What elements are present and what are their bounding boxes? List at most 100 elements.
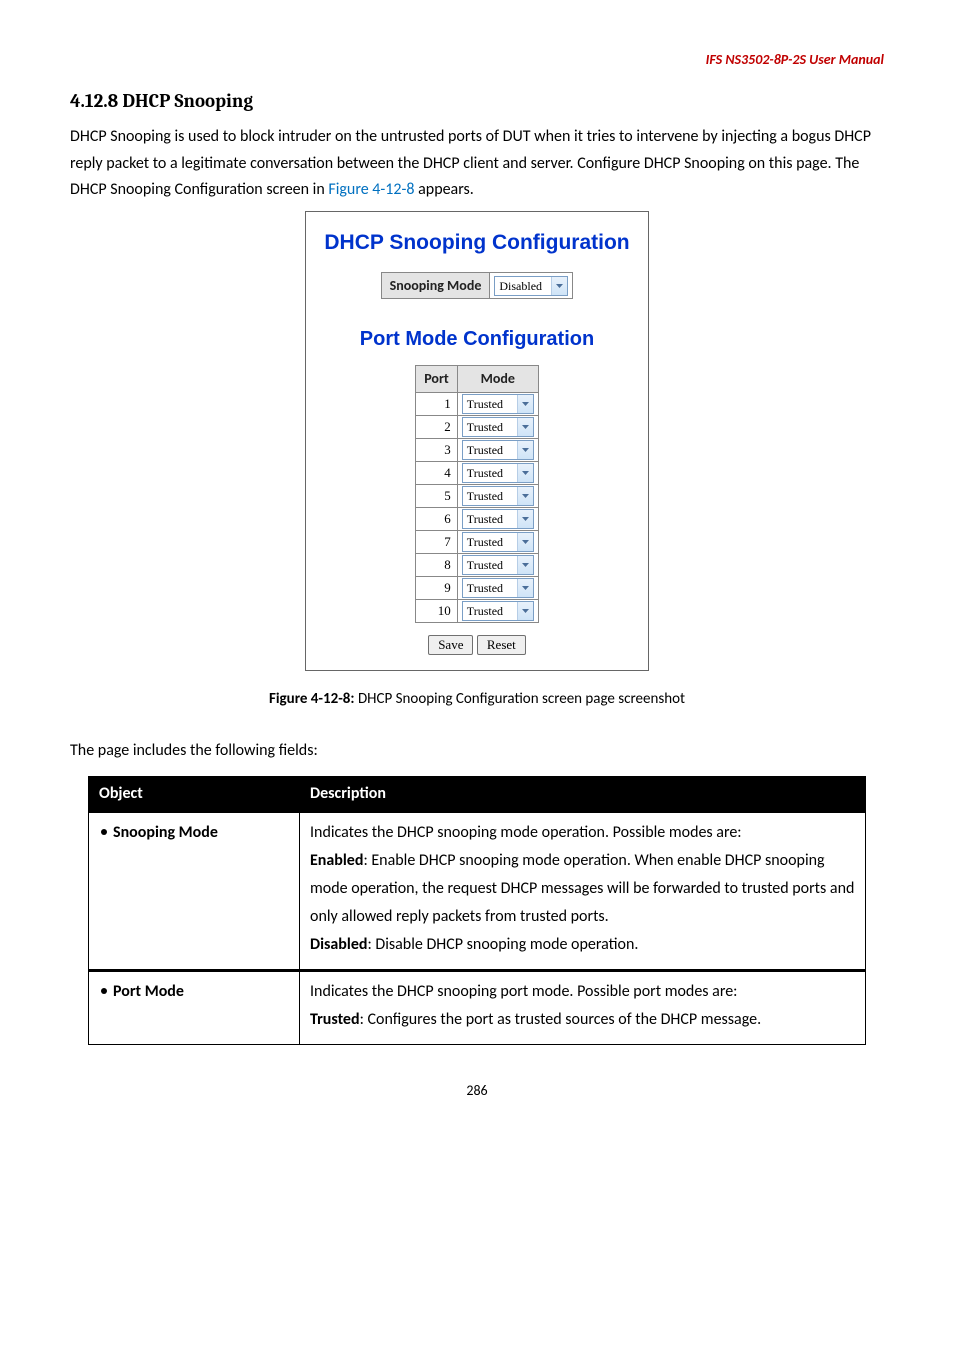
chevron-down-icon (551, 277, 567, 295)
snooping-mode-dropdown[interactable]: Disabled (494, 276, 568, 296)
chevron-down-icon (517, 602, 533, 620)
port-mode-value: Trusted (463, 579, 517, 597)
port-mode-dropdown[interactable]: Trusted (462, 394, 534, 414)
port-mode-dropdown[interactable]: Trusted (462, 417, 534, 437)
object-cell: Port Mode (89, 970, 300, 1044)
section-heading: 4.12.8 DHCP Snooping (70, 88, 884, 115)
reset-button[interactable]: Reset (477, 635, 526, 655)
table-row: 8 Trusted (416, 554, 539, 577)
table-row: 6 Trusted (416, 508, 539, 531)
mode-cell: Trusted (457, 461, 538, 484)
port-cell: 7 (416, 531, 458, 554)
table-row: 5 Trusted (416, 485, 539, 508)
port-mode-value: Trusted (463, 602, 517, 620)
dhcp-config-panel: DHCP Snooping Configuration Snooping Mod… (305, 211, 648, 671)
port-mode-value: Trusted (463, 395, 517, 413)
description-line: Indicates the DHCP snooping port mode. P… (310, 978, 855, 1006)
description-line: Disabled: Disable DHCP snooping mode ope… (310, 931, 855, 959)
chevron-down-icon (517, 441, 533, 459)
bullet-icon (101, 988, 107, 994)
description-cell: Indicates the DHCP snooping mode operati… (300, 812, 866, 970)
chevron-down-icon (517, 579, 533, 597)
bullet-icon (101, 829, 107, 835)
mode-cell: Trusted (457, 531, 538, 554)
chevron-down-icon (517, 418, 533, 436)
port-mode-value: Trusted (463, 441, 517, 459)
table-row: 1 Trusted (416, 392, 539, 415)
port-cell: 5 (416, 485, 458, 508)
save-button[interactable]: Save (428, 635, 473, 655)
chevron-down-icon (517, 464, 533, 482)
object-label: Snooping Mode (113, 823, 218, 842)
table-row: Port Mode Indicates the DHCP snooping por… (89, 970, 866, 1044)
port-cell: 1 (416, 392, 458, 415)
description-line: Enabled: Enable DHCP snooping mode opera… (310, 847, 855, 931)
snooping-mode-value: Disabled (495, 277, 551, 295)
port-mode-value: Trusted (463, 418, 517, 436)
port-mode-dropdown[interactable]: Trusted (462, 578, 534, 598)
port-mode-dropdown[interactable]: Trusted (462, 555, 534, 575)
figure-caption: Figure 4-12-8: DHCP Snooping Configurati… (70, 689, 884, 710)
page-header: IFS NS3502-8P-2S User Manual (70, 50, 884, 70)
port-mode-dropdown[interactable]: Trusted (462, 509, 534, 529)
object-header: Object (89, 777, 300, 812)
port-column-header: Port (416, 366, 458, 393)
table-row: 9 Trusted (416, 577, 539, 600)
mode-column-header: Mode (457, 366, 538, 393)
page-number: 286 (70, 1081, 884, 1101)
port-cell: 10 (416, 600, 458, 623)
port-cell: 3 (416, 438, 458, 461)
panel-title: DHCP Snooping Configuration (324, 228, 629, 257)
port-mode-title: Port Mode Configuration (324, 325, 629, 353)
port-mode-value: Trusted (463, 510, 517, 528)
port-mode-dropdown[interactable]: Trusted (462, 532, 534, 552)
port-cell: 2 (416, 415, 458, 438)
chevron-down-icon (517, 487, 533, 505)
chevron-down-icon (517, 395, 533, 413)
port-mode-dropdown[interactable]: Trusted (462, 601, 534, 621)
port-mode-value: Trusted (463, 556, 517, 574)
description-line: Indicates the DHCP snooping mode operati… (310, 819, 855, 847)
description-cell: Indicates the DHCP snooping port mode. P… (300, 970, 866, 1044)
mode-cell: Trusted (457, 600, 538, 623)
table-row: Snooping Mode Indicates the DHCP snooping… (89, 812, 866, 970)
snooping-mode-header: Snooping Mode (381, 272, 490, 299)
intro-paragraph: DHCP Snooping is used to block intruder … (70, 124, 884, 203)
chevron-down-icon (517, 533, 533, 551)
figure-caption-number: Figure 4-12-8: (269, 690, 355, 708)
mode-cell: Trusted (457, 577, 538, 600)
intro-text-b: appears. (415, 180, 474, 199)
port-cell: 4 (416, 461, 458, 484)
mode-cell: Trusted (457, 438, 538, 461)
port-mode-dropdown[interactable]: Trusted (462, 486, 534, 506)
mode-cell: Trusted (457, 554, 538, 577)
mode-cell: Trusted (457, 392, 538, 415)
figure-caption-text: DHCP Snooping Configuration screen page … (355, 690, 685, 708)
port-cell: 9 (416, 577, 458, 600)
port-mode-dropdown[interactable]: Trusted (462, 440, 534, 460)
table-row: 3 Trusted (416, 438, 539, 461)
table-row: 4 Trusted (416, 461, 539, 484)
table-row: 2 Trusted (416, 415, 539, 438)
port-mode-dropdown[interactable]: Trusted (462, 463, 534, 483)
description-header: Description (300, 777, 866, 812)
object-cell: Snooping Mode (89, 812, 300, 970)
fields-intro: The page includes the following fields: (70, 740, 884, 762)
port-mode-value: Trusted (463, 487, 517, 505)
port-cell: 8 (416, 554, 458, 577)
port-mode-table: Port Mode 1 Trusted 2 Trusted 3 Trusted 4 Trust… (415, 365, 539, 623)
mode-cell: Trusted (457, 508, 538, 531)
mode-cell: Trusted (457, 485, 538, 508)
description-table: Object Description Snooping Mode Indicate… (88, 776, 866, 1044)
table-row: 7 Trusted (416, 531, 539, 554)
object-label: Port Mode (113, 982, 184, 1001)
snooping-mode-table: Snooping Mode Disabled (381, 272, 574, 300)
table-row: 10 Trusted (416, 600, 539, 623)
description-line: Trusted: Configures the port as trusted … (310, 1006, 855, 1034)
chevron-down-icon (517, 510, 533, 528)
port-cell: 6 (416, 508, 458, 531)
port-mode-value: Trusted (463, 464, 517, 482)
port-mode-value: Trusted (463, 533, 517, 551)
figure-link: Figure 4-12-8 (328, 180, 414, 199)
mode-cell: Trusted (457, 415, 538, 438)
